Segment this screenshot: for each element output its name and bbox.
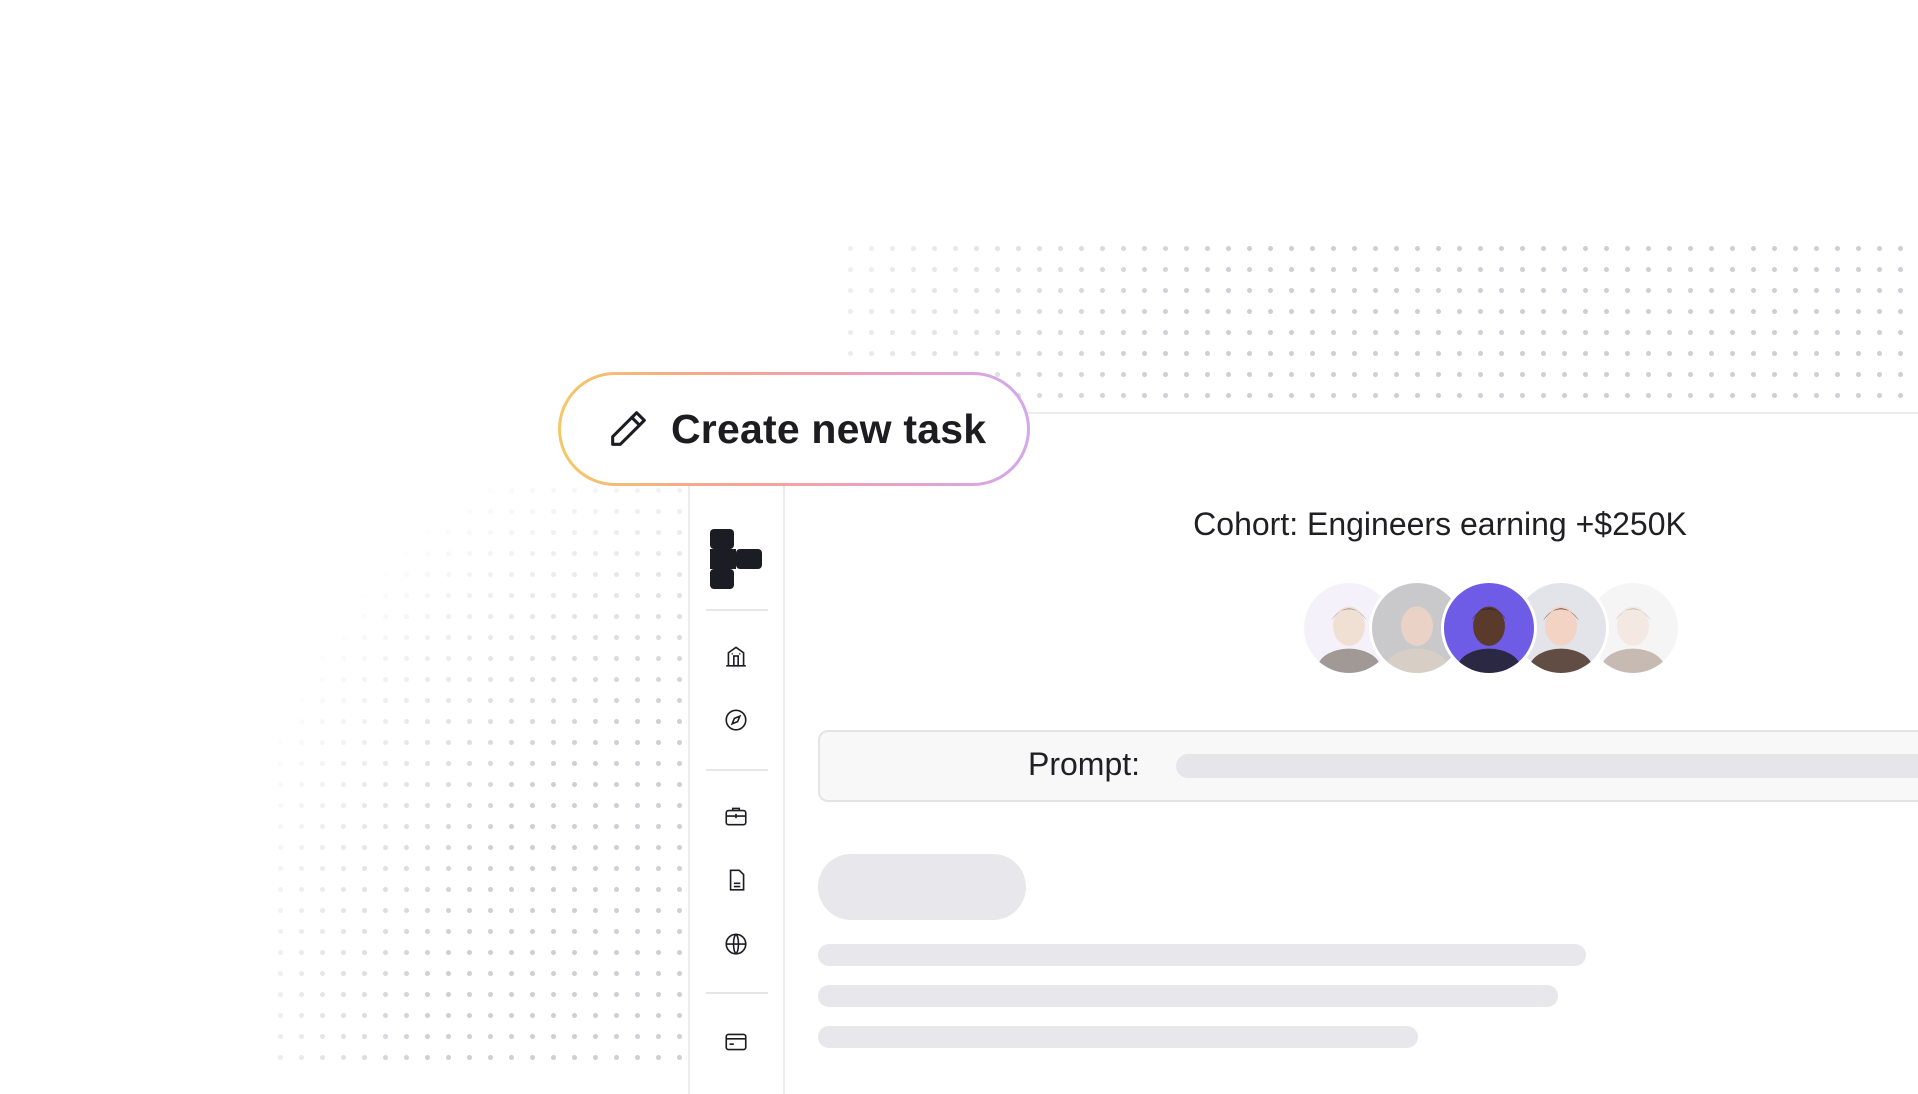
avatar-group <box>1301 580 1701 680</box>
avatar <box>1441 580 1537 676</box>
card-icon[interactable] <box>722 1028 750 1056</box>
skeleton-line <box>818 1026 1418 1048</box>
skeleton-line <box>818 985 1558 1007</box>
skeleton-pill <box>818 854 1026 920</box>
app-logo[interactable] <box>710 529 762 589</box>
prompt-field[interactable]: Prompt: <box>818 730 1918 802</box>
skeleton-line <box>818 944 1586 966</box>
cohort-title: Cohort: Engineers earning +$250K <box>1193 506 1687 542</box>
briefcase-icon[interactable] <box>722 802 750 830</box>
document-icon[interactable] <box>722 866 750 894</box>
compass-icon[interactable] <box>722 706 750 734</box>
sidebar-divider <box>706 992 768 994</box>
pencil-icon <box>611 411 646 446</box>
create-task-button[interactable]: Create new task <box>558 372 1030 486</box>
globe-icon[interactable] <box>722 930 750 958</box>
sidebar <box>690 414 785 1094</box>
prompt-label: Prompt: <box>1028 746 1141 782</box>
app-window: Cohort: Engineers earning +$250K Prompt: <box>688 412 1918 1094</box>
dot-pattern-left <box>270 480 690 1074</box>
building-icon[interactable] <box>722 642 750 670</box>
create-task-button-inner: Create new task <box>561 375 1027 483</box>
create-task-label: Create new task <box>671 405 987 452</box>
sidebar-divider <box>706 609 768 611</box>
sidebar-divider <box>706 769 768 771</box>
prompt-input[interactable] <box>1176 754 1918 778</box>
